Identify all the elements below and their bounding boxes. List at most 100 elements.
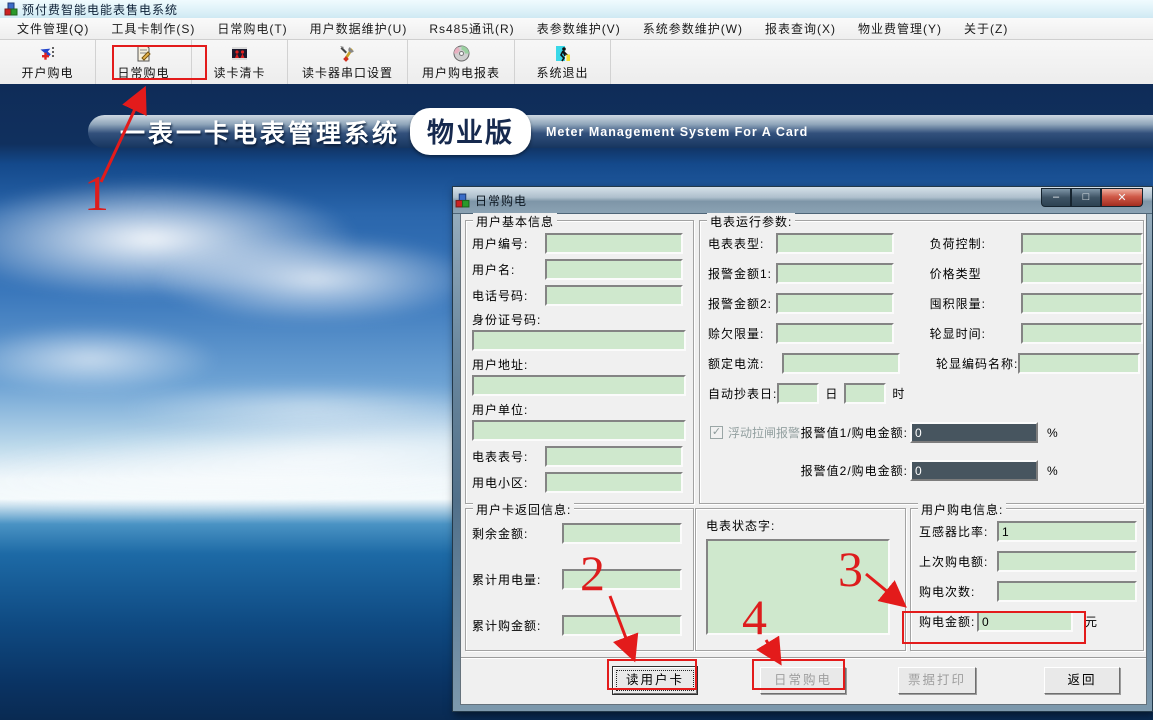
remaining-amount-input[interactable] [562,523,682,544]
percent-label: % [1047,426,1058,440]
rated-current-input[interactable] [782,353,900,374]
display-time-input[interactable] [1021,323,1143,344]
banner: 一表一卡电表管理系统 物业版 Meter Management System F… [88,115,1153,148]
receipt-print-button[interactable]: 票据打印 [898,667,976,694]
toolbar-open-account-button[interactable]: 开户购电 [0,40,96,84]
field-label: 报警值1/购电金额: [786,424,908,441]
toolbar-reader-serial-settings-button[interactable]: 读卡器串口设置 [288,40,408,84]
field-label: 报警金额2: [708,295,776,312]
checkbox-checked-disabled[interactable]: ✓ [710,426,723,439]
field-label: 报警金额1: [708,265,776,282]
group-title: 用户购电信息: [918,501,1006,518]
toolbar-purchase-report-button[interactable]: 用户购电报表 [408,40,515,84]
annotation-box-read-card-button [607,659,697,690]
toolbar-button-label: 读卡清卡 [213,64,265,81]
unit-label: 时 [892,385,905,402]
toolbar-button-label: 用户购电报表 [422,64,500,81]
field-label: 用户单位: [472,401,687,418]
menu-user-data[interactable]: 用户数据维护(U) [299,18,419,39]
alarm-amount2-input[interactable] [776,293,894,314]
cloud-decoration [150,234,480,324]
group-title: 用户基本信息 [473,213,557,230]
menu-daily-purchase[interactable]: 日常购电(T) [206,18,298,39]
phone-input[interactable] [545,285,683,306]
id-card-input[interactable] [472,330,686,351]
app-logo-icon [4,2,18,16]
menu-file[interactable]: 文件管理(Q) [6,18,100,39]
auto-read-day-input[interactable] [777,383,819,404]
annotation-step-4: 4 [742,592,767,642]
load-control-input[interactable] [1021,233,1143,254]
alarm2-ratio-input[interactable] [910,460,1038,481]
credit-limit-input[interactable] [776,323,894,344]
user-id-input[interactable] [545,233,683,254]
field-label: 囤积限量: [930,295,1021,312]
dialog-title: 日常购电 [475,192,1036,209]
price-type-input[interactable] [1021,263,1143,284]
alarm1-ratio-row: 报警值1/购电金额: % [786,422,1058,443]
field-label: 电表表号: [472,448,545,465]
toolbar-button-label: 读卡器串口设置 [302,64,393,81]
dialog-logo-icon [455,193,470,208]
menu-bar: 文件管理(Q) 工具卡制作(S) 日常购电(T) 用户数据维护(U) Rs485… [0,18,1153,40]
annotation-box-toolbar-daily-purchase [112,45,207,80]
dialog-titlebar[interactable]: 日常购电 – □ ✕ [453,187,1152,214]
toolbar-system-exit-button[interactable]: 系统退出 [515,40,611,84]
minimize-button[interactable]: – [1041,188,1071,207]
group-meter-params: 电表运行参数: 电表表型: 负荷控制: 报警金额1: 价格类型 报警金额2: 囤… [699,220,1144,504]
group-meter-status: 电表状态字: [695,508,906,651]
maximize-button[interactable]: □ [1071,188,1101,207]
field-label: 额定电流: [708,355,782,372]
field-label: 剩余金额: [472,525,562,542]
last-purchase-input[interactable] [997,551,1137,572]
alarm1-ratio-input[interactable] [910,422,1038,443]
field-label: 身份证号码: [472,311,687,328]
auto-read-hour-input[interactable] [844,383,886,404]
field-label: 用户地址: [472,356,687,373]
address-input[interactable] [472,375,686,396]
field-label: 互感器比率: [919,523,997,540]
user-name-input[interactable] [545,259,683,280]
open-account-purchase-icon [38,44,57,63]
field-label: 价格类型 [930,265,1021,282]
annotation-box-purchase-amount [902,611,1086,644]
close-button[interactable]: ✕ [1101,188,1143,207]
purchase-count-input[interactable] [997,581,1137,602]
menu-property-fee[interactable]: 物业费管理(Y) [847,18,953,39]
transformer-ratio-input[interactable] [997,521,1137,542]
menu-system-params[interactable]: 系统参数维护(W) [632,18,754,39]
menu-about[interactable]: 关于(Z) [953,18,1019,39]
annotation-step-3: 3 [838,544,863,594]
purchase-report-icon [452,44,471,63]
community-input[interactable] [545,472,683,493]
banner-badge: 物业版 [410,108,531,155]
menu-tool-card[interactable]: 工具卡制作(S) [100,18,206,39]
work-unit-input[interactable] [472,420,686,441]
field-label: 电表表型: [708,235,776,252]
alarm-amount1-input[interactable] [776,263,894,284]
app-titlebar: 预付费智能电能表售电系统 [0,0,1153,18]
return-button[interactable]: 返回 [1044,667,1120,694]
window-controls: – □ ✕ [1041,188,1143,207]
field-label: 购电次数: [919,583,997,600]
app-title: 预付费智能电能表售电系统 [22,1,178,18]
field-label: 轮显时间: [930,325,1021,342]
field-label: 赊欠限量: [708,325,776,342]
menu-rs485[interactable]: Rs485通讯(R) [418,18,525,39]
field-label: 上次购电额: [919,553,997,570]
total-purchase-input[interactable] [562,615,682,636]
display-code-name-input[interactable] [1018,353,1140,374]
annotation-step-2: 2 [580,548,605,598]
hoard-limit-input[interactable] [1021,293,1143,314]
toolbar-button-label: 系统退出 [537,64,589,81]
field-label: 电表状态字: [706,519,775,533]
field-label: 用户编号: [472,235,545,252]
group-title: 用户卡返回信息: [473,501,574,518]
menu-meter-params[interactable]: 表参数维护(V) [526,18,632,39]
meter-type-input[interactable] [776,233,894,254]
field-label: 自动抄表日: [708,385,777,402]
menu-reports[interactable]: 报表查询(X) [754,18,847,39]
field-label: 轮显编码名称: [936,355,1018,372]
alarm2-ratio-row: 报警值2/购电金额: % [786,460,1058,481]
meter-number-input[interactable] [545,446,683,467]
